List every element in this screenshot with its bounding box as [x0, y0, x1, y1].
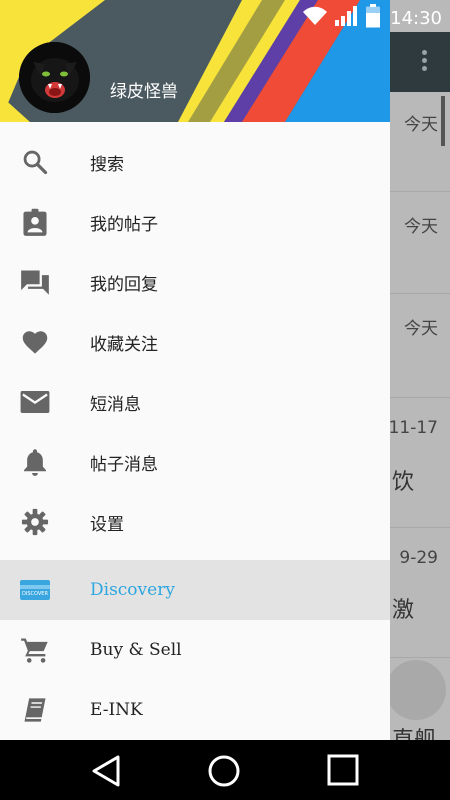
navigation-drawer: 绿皮怪兽 搜索 我的帖子 我的回复 收藏关注 短消息 帖子消息 设置 DISCO… [0, 0, 390, 740]
drawer-item-label: 我的帖子 [90, 214, 158, 235]
system-nav-bar [0, 740, 450, 800]
drawer-item-label: 帖子消息 [90, 454, 158, 475]
list-item-date: 今天 [404, 319, 438, 339]
status-bar: 14:30 [0, 0, 450, 32]
book-icon [20, 696, 50, 724]
back-button[interactable] [91, 754, 125, 788]
drawer-item-discovery[interactable]: DISCOVER Discovery [0, 560, 390, 620]
account-box-icon [20, 208, 50, 236]
home-button[interactable] [207, 754, 241, 788]
discover-card-icon: DISCOVER [20, 576, 50, 604]
bell-icon [20, 448, 50, 476]
username[interactable]: 绿皮怪兽 [110, 77, 178, 102]
drawer-item-my-posts[interactable]: 我的帖子 [0, 192, 390, 252]
cat-avatar-icon [19, 42, 90, 113]
avatar[interactable] [19, 42, 90, 113]
discover-card-text: DISCOVER [22, 591, 48, 597]
list-item-date: -11-17 [382, 418, 438, 438]
drawer-item-label: 搜索 [90, 154, 124, 175]
list-item-date: 9-29 [399, 548, 438, 568]
floating-action-button [386, 660, 446, 720]
battery-icon [366, 4, 381, 32]
drawer-item-e-ink[interactable]: E-INK [0, 680, 390, 740]
list-item-title: 激 [392, 598, 415, 623]
drawer-item-label: 短消息 [90, 394, 141, 415]
clock: 14:30 [390, 7, 442, 29]
gear-icon [20, 508, 50, 536]
search-icon [20, 148, 50, 176]
list-item-date: 今天 [404, 115, 438, 135]
recents-button[interactable] [327, 754, 361, 788]
cart-icon [20, 636, 50, 664]
drawer-item-my-replies[interactable]: 我的回复 [0, 252, 390, 312]
overflow-menu-icon [422, 50, 428, 74]
drawer-item-settings[interactable]: 设置 [0, 492, 390, 552]
drawer-item-label: Discovery [90, 580, 175, 600]
drawer-item-label: Buy & Sell [90, 640, 182, 660]
drawer-item-label: E-INK [90, 700, 143, 720]
drawer-menu: 搜索 我的帖子 我的回复 收藏关注 短消息 帖子消息 设置 DISCOVER D… [0, 132, 390, 740]
drawer-item-favorites[interactable]: 收藏关注 [0, 312, 390, 372]
drawer-item-post-notifications[interactable]: 帖子消息 [0, 432, 390, 492]
mail-icon [20, 388, 50, 416]
signal-icon [334, 5, 360, 31]
drawer-item-label: 设置 [90, 514, 124, 535]
drawer-item-label: 收藏关注 [90, 334, 158, 355]
drawer-item-search[interactable]: 搜索 [0, 132, 390, 192]
list-item-date: 今天 [404, 217, 438, 237]
forum-icon [20, 268, 50, 296]
drawer-item-label: 我的回复 [90, 274, 158, 295]
drawer-item-buy-sell[interactable]: Buy & Sell [0, 620, 390, 680]
list-item-title: 直舰 [392, 722, 436, 740]
heart-icon [20, 328, 50, 356]
list-item-title: 饮 [392, 470, 415, 495]
drawer-item-messages[interactable]: 短消息 [0, 372, 390, 432]
wifi-icon [302, 6, 328, 30]
